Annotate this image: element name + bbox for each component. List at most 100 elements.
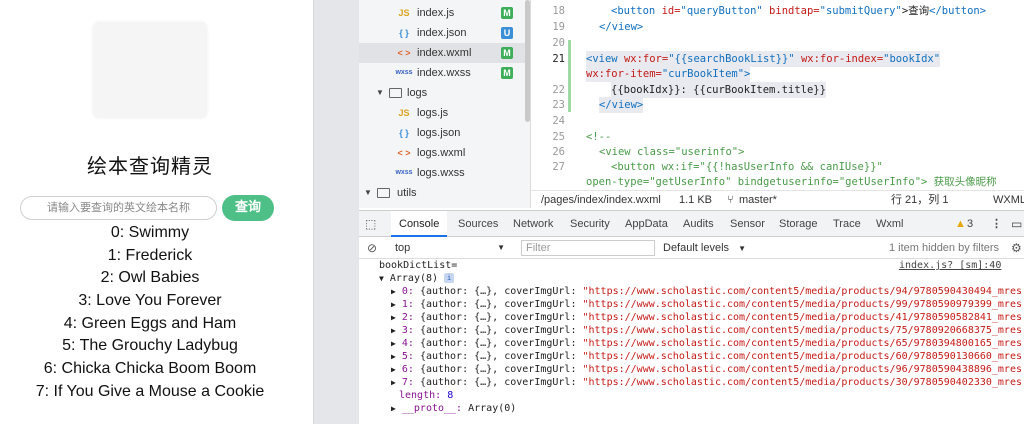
tab-sources[interactable]: Sources	[458, 211, 498, 237]
chevron-right-icon: ▶	[391, 313, 396, 322]
git-status-badge: U	[501, 27, 513, 39]
git-branch[interactable]: master*	[739, 191, 777, 209]
file-tree-scrollbar[interactable]	[525, 0, 530, 122]
array-item[interactable]: ▶ 1: {author: {…}, coverImgUrl: "https:/…	[391, 298, 1024, 311]
tab-trace[interactable]: Trace	[833, 211, 861, 237]
array-item[interactable]: ▶ 0: {author: {…}, coverImgUrl: "https:/…	[391, 285, 1024, 298]
wxss-file-icon: wxss	[395, 169, 413, 176]
code-token: "userinfo"	[674, 146, 739, 158]
array-item[interactable]: ▶ 4: {author: {…}, coverImgUrl: "https:/…	[391, 337, 1024, 350]
wxss-file-icon: wxss	[395, 69, 413, 76]
item-url: "https://www.scholastic.com/content5/med…	[582, 286, 1024, 297]
array-item[interactable]: ▶ 5: {author: {…}, coverImgUrl: "https:/…	[391, 350, 1024, 363]
list-item: 7: If You Give a Mouse a Cookie	[35, 382, 265, 400]
git-status-badge: M	[501, 7, 513, 19]
inspect-element-icon[interactable]: ⬚	[365, 211, 383, 237]
context-value: top	[395, 242, 411, 254]
hidden-items-count: 1 item hidden by filters	[889, 242, 1000, 254]
file-size: 1.1 KB	[679, 194, 713, 206]
length-key: length:	[399, 390, 442, 401]
tree-file-index-wxss[interactable]: wxss index.wxss M	[359, 63, 530, 83]
js-file-icon: JS	[398, 108, 410, 118]
avatar	[93, 22, 207, 118]
js-file-icon: JS	[398, 8, 410, 18]
item-index: 1:	[401, 299, 414, 310]
tree-file-logs-json[interactable]: { } logs.json	[359, 123, 530, 143]
code-token: bindtap=	[762, 5, 820, 17]
item-prefix: {author: {…}, coverImgUrl:	[419, 286, 583, 297]
tab-security[interactable]: Security	[570, 211, 610, 237]
context-select[interactable]: top ▼	[389, 240, 513, 256]
tab-wxml[interactable]: Wxml	[876, 211, 904, 237]
code-token: {{bookIdx}}: {{curBookItem.title}}	[611, 82, 826, 98]
info-icon: i	[444, 273, 455, 283]
tab-audits[interactable]: Audits	[683, 211, 714, 237]
code-line-wrapped: wx:for-item="curBookItem">	[531, 66, 1024, 82]
chevron-down-icon: ▼	[738, 244, 747, 253]
code-token: "{{!hasUserInfo && canIUse}}"	[699, 161, 883, 173]
array-proto[interactable]: ▶ __proto__: Array(0)	[391, 402, 516, 415]
array-item[interactable]: ▶ 2: {author: {…}, coverImgUrl: "https:/…	[391, 311, 1024, 324]
tab-network[interactable]: Network	[513, 211, 553, 237]
item-prefix: {author: {…}, coverImgUrl:	[419, 351, 583, 362]
code-editor[interactable]: 18 <button id="queryButton" bindtap="sub…	[531, 0, 1024, 190]
panel-divider[interactable]	[313, 0, 359, 424]
code-line: 23 </view>	[531, 97, 1024, 113]
tree-file-index-wxml[interactable]: < > index.wxml M	[359, 43, 530, 63]
code-line: 24	[531, 113, 1024, 129]
array-item[interactable]: ▶ 6: {author: {…}, coverImgUrl: "https:/…	[391, 363, 1024, 376]
array-label: Array(8)	[389, 273, 439, 284]
log-levels-select[interactable]: Default levels ▼	[663, 240, 746, 257]
tab-appdata[interactable]: AppData	[625, 211, 668, 237]
code-token: <view	[586, 53, 624, 65]
query-button[interactable]: 查询	[222, 195, 274, 221]
console-output[interactable]: bookDictList= index.js? [sm]:40 ▼ Array(…	[359, 259, 1024, 424]
language-mode[interactable]: WXML	[993, 191, 1024, 209]
result-list: 0: Swimmy 1: Frederick 2: Owl Babies 3: …	[0, 222, 300, 404]
more-options-icon[interactable]: ⋮	[991, 211, 1002, 237]
tree-file-index-js[interactable]: JS index.js M	[359, 3, 530, 23]
warning-icon[interactable]: ▲	[955, 211, 966, 237]
chevron-right-icon: ▶	[391, 287, 396, 296]
tree-file-label: index.wxss	[417, 67, 471, 79]
array-header[interactable]: ▼ Array(8) i	[379, 272, 455, 285]
tree-file-logs-js[interactable]: JS logs.js	[359, 103, 530, 123]
line-number: 18	[552, 5, 565, 17]
tree-file-index-json[interactable]: { } index.json U	[359, 23, 530, 43]
source-link[interactable]: index.js? [sm]:40	[899, 259, 1001, 272]
tab-console[interactable]: Console	[391, 211, 448, 237]
chevron-right-icon: ▶	[391, 300, 396, 309]
cursor-position[interactable]: 行 21，列 1	[891, 191, 948, 209]
log-label: bookDictList=	[379, 260, 458, 271]
clear-console-icon[interactable]: ⊘	[367, 240, 377, 256]
editor-status-bar: /pages/index/index.wxml 1.1 KB ⑂ master*…	[531, 190, 1024, 209]
warning-count[interactable]: 3	[967, 211, 973, 237]
dock-icon[interactable]: ▭	[1011, 211, 1022, 237]
array-item[interactable]: ▶ 7: {author: {…}, coverImgUrl: "https:/…	[391, 376, 1024, 389]
line-number: 19	[552, 21, 565, 33]
code-token: wx:for-index=	[794, 53, 884, 65]
search-input[interactable]: 请输入要查询的英文绘本名称	[20, 196, 217, 220]
chevron-down-icon: ▼	[379, 274, 384, 283]
tree-folder-utils[interactable]: ▼ utils	[359, 183, 530, 203]
tab-sensor[interactable]: Sensor	[730, 211, 765, 237]
item-url: "https://www.scholastic.com/content5/med…	[582, 312, 1024, 323]
code-token: <button	[611, 161, 662, 173]
list-item: 6: Chicka Chicka Boom Boom	[43, 360, 257, 378]
code-token: "bookIdx"	[883, 53, 941, 65]
code-line: 20	[531, 35, 1024, 51]
tree-folder-logs[interactable]: ▼ logs	[359, 83, 530, 103]
item-index: 4:	[401, 338, 414, 349]
tree-file-logs-wxml[interactable]: < > logs.wxml	[359, 143, 530, 163]
list-item: 0: Swimmy	[110, 224, 190, 241]
tab-storage[interactable]: Storage	[779, 211, 818, 237]
code-token: id=	[661, 5, 681, 17]
line-number: 24	[552, 115, 565, 127]
gear-icon[interactable]: ⚙	[1011, 240, 1022, 256]
modified-lines-gutter	[568, 40, 571, 112]
array-item[interactable]: ▶ 3: {author: {…}, coverImgUrl: "https:/…	[391, 324, 1024, 337]
tree-file-logs-wxss[interactable]: wxss logs.wxss	[359, 163, 530, 183]
filter-input[interactable]: Filter	[521, 240, 655, 256]
wxml-file-icon: < >	[397, 148, 411, 158]
item-index: 0:	[401, 286, 414, 297]
